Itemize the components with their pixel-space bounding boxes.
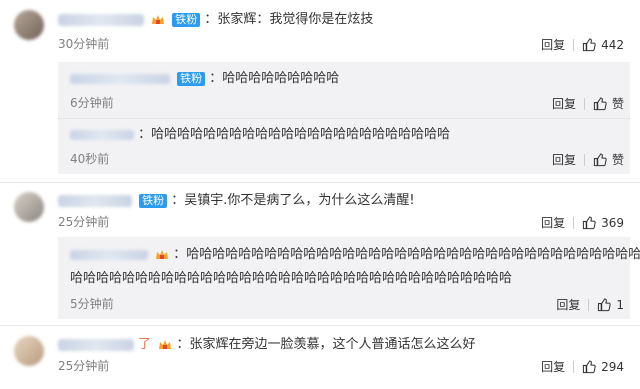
action-divider [588, 298, 590, 311]
reply-button[interactable]: 回复 [552, 151, 576, 168]
reply-line: ：哈哈哈哈哈哈哈哈哈哈哈哈哈哈哈哈哈哈哈哈哈哈哈 [70, 126, 450, 145]
reply-time: 6分钟前 [70, 96, 114, 110]
comment-actions: 回复 442 [541, 36, 624, 53]
comment-time: 30分钟前 [58, 37, 110, 51]
action-divider [583, 153, 585, 166]
thumbs-up-icon [582, 216, 596, 230]
avatar[interactable] [14, 192, 44, 222]
crown-icon [159, 340, 172, 349]
reply-text: ：哈哈哈哈哈哈哈哈哈哈哈哈哈哈哈哈哈哈哈哈哈哈哈 [138, 127, 451, 142]
like-count: 1 [616, 297, 624, 312]
thumbs-up-icon [598, 298, 612, 312]
username[interactable] [58, 14, 144, 26]
reply-text: ：哈哈哈哈哈哈哈哈哈 [209, 71, 340, 86]
comment-divider [0, 325, 640, 326]
reply-text-continued: 哈哈哈哈哈哈哈哈哈哈哈哈哈哈哈哈哈哈哈哈哈哈哈哈哈哈哈哈哈哈哈哈哈哈 [70, 271, 513, 286]
comment-actions: 回复 369 [541, 214, 624, 231]
reply-button[interactable]: 回复 [556, 296, 580, 313]
reply-button[interactable]: 回复 [541, 36, 565, 53]
like-label: 赞 [611, 153, 624, 167]
like-button[interactable]: 369 [582, 215, 624, 230]
username-suffix: 了 [138, 337, 152, 352]
fan-badge: 铁粉 [172, 13, 201, 27]
comment-time: 25分钟前 [58, 215, 110, 229]
action-divider [573, 38, 575, 51]
like-count: 294 [601, 359, 624, 374]
comment-line: 铁粉 ：吴镇宇.你不是病了么，为什么这么清醒! [58, 192, 415, 211]
action-divider [573, 360, 575, 373]
reply-separator [58, 118, 630, 119]
username[interactable] [70, 250, 148, 260]
like-button[interactable]: 442 [582, 37, 624, 52]
action-divider [573, 216, 575, 229]
like-button[interactable]: 赞 [593, 151, 624, 168]
comment-divider [0, 182, 640, 183]
comment-line: 铁粉 ：张家辉：我觉得你是在炫技 [58, 11, 373, 30]
thumbs-up-icon [582, 38, 596, 52]
thumbs-up-icon [582, 360, 596, 374]
reply-button[interactable]: 回复 [541, 214, 565, 231]
thumbs-up-icon [593, 153, 607, 167]
username[interactable] [58, 339, 134, 351]
reply-line-continued: 哈哈哈哈哈哈哈哈哈哈哈哈哈哈哈哈哈哈哈哈哈哈哈哈哈哈哈哈哈哈哈哈哈哈 [70, 270, 512, 289]
comment-actions: 回复 294 [541, 358, 624, 375]
reply-actions: 回复 赞 [552, 95, 624, 112]
reply-actions: 回复 赞 [552, 151, 624, 168]
username[interactable] [70, 130, 134, 140]
reply-time: 5分钟前 [70, 297, 114, 311]
reply-actions: 回复 1 [556, 296, 624, 313]
comment-time: 25分钟前 [58, 359, 110, 373]
fan-badge: 铁粉 [177, 72, 206, 86]
thumbs-up-icon [593, 97, 607, 111]
reply-time: 40秒前 [70, 152, 110, 166]
crown-icon [152, 15, 165, 24]
crown-icon [156, 250, 169, 259]
username[interactable] [58, 195, 132, 207]
like-count: 442 [601, 37, 624, 52]
like-button[interactable]: 赞 [593, 95, 624, 112]
avatar[interactable] [14, 336, 44, 366]
reply-button[interactable]: 回复 [552, 95, 576, 112]
comment-text: ：张家辉在旁边一脸羡慕，这个人普通话怎么这么好 [176, 337, 476, 352]
comment-text: ：吴镇宇.你不是病了么，为什么这么清醒! [171, 193, 415, 208]
reply-button[interactable]: 回复 [541, 358, 565, 375]
like-count: 369 [601, 215, 624, 230]
like-button[interactable]: 294 [582, 359, 624, 374]
comment-line: 了 ：张家辉在旁边一脸羡慕，这个人普通话怎么这么好 [58, 336, 475, 355]
action-divider [583, 97, 585, 110]
fan-badge: 铁粉 [139, 194, 168, 208]
comment-text: ：张家辉：我觉得你是在炫技 [204, 12, 374, 27]
reply-line: ：哈哈哈哈哈哈哈哈哈哈哈哈哈哈哈哈哈哈哈哈哈哈哈哈哈哈哈哈哈哈哈哈哈哈哈 [70, 246, 640, 265]
reply-text: ：哈哈哈哈哈哈哈哈哈哈哈哈哈哈哈哈哈哈哈哈哈哈哈哈哈哈哈哈哈哈哈哈哈哈哈 [173, 247, 640, 262]
avatar[interactable] [14, 10, 44, 40]
reply-line: 铁粉 ：哈哈哈哈哈哈哈哈哈 [70, 70, 339, 89]
like-button[interactable]: 1 [597, 297, 624, 312]
like-label: 赞 [611, 97, 624, 111]
username[interactable] [70, 74, 170, 84]
